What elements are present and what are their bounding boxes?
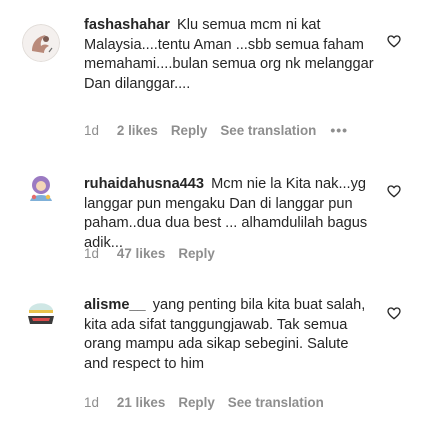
heart-icon[interactable] — [386, 305, 402, 321]
comment-text: ruhaidahusna443 Mcm nie la Kita nak...yg… — [84, 175, 374, 253]
comment-text: fashashahar Klu semua mcm ni kat Malaysi… — [84, 16, 374, 94]
comment-username[interactable]: fashashahar — [84, 17, 170, 33]
heart-icon[interactable] — [386, 33, 402, 49]
comment-time: 1d — [84, 246, 99, 261]
comment-username[interactable]: alisme__ — [84, 297, 146, 313]
more-options-button[interactable]: ••• — [330, 122, 348, 138]
reply-button[interactable]: Reply — [178, 395, 214, 410]
comment-meta: 1d 21 likes Reply See translation — [84, 395, 338, 410]
comment-time: 1d — [84, 122, 99, 138]
comment-meta: 1d 47 likes Reply — [84, 246, 228, 261]
comment-time: 1d — [84, 395, 99, 410]
user-avatar-icon[interactable] — [22, 170, 60, 208]
user-avatar-icon[interactable] — [22, 294, 60, 332]
reply-button[interactable]: Reply — [178, 246, 214, 261]
comment-likes[interactable]: 2 likes — [117, 123, 158, 138]
comment-meta: 1d 2 likes Reply See translation ••• — [84, 122, 348, 138]
comment-likes[interactable]: 21 likes — [117, 395, 165, 410]
comment-text: alisme__ yang penting bila kita buat sal… — [84, 296, 374, 374]
comment-username[interactable]: ruhaidahusna443 — [84, 176, 204, 192]
comment-likes[interactable]: 47 likes — [117, 246, 165, 261]
reply-button[interactable]: Reply — [171, 123, 207, 138]
see-translation-button[interactable]: See translation — [220, 123, 316, 138]
see-translation-button[interactable]: See translation — [228, 395, 324, 410]
heart-icon[interactable] — [386, 183, 402, 199]
user-avatar-icon[interactable] — [22, 24, 60, 62]
